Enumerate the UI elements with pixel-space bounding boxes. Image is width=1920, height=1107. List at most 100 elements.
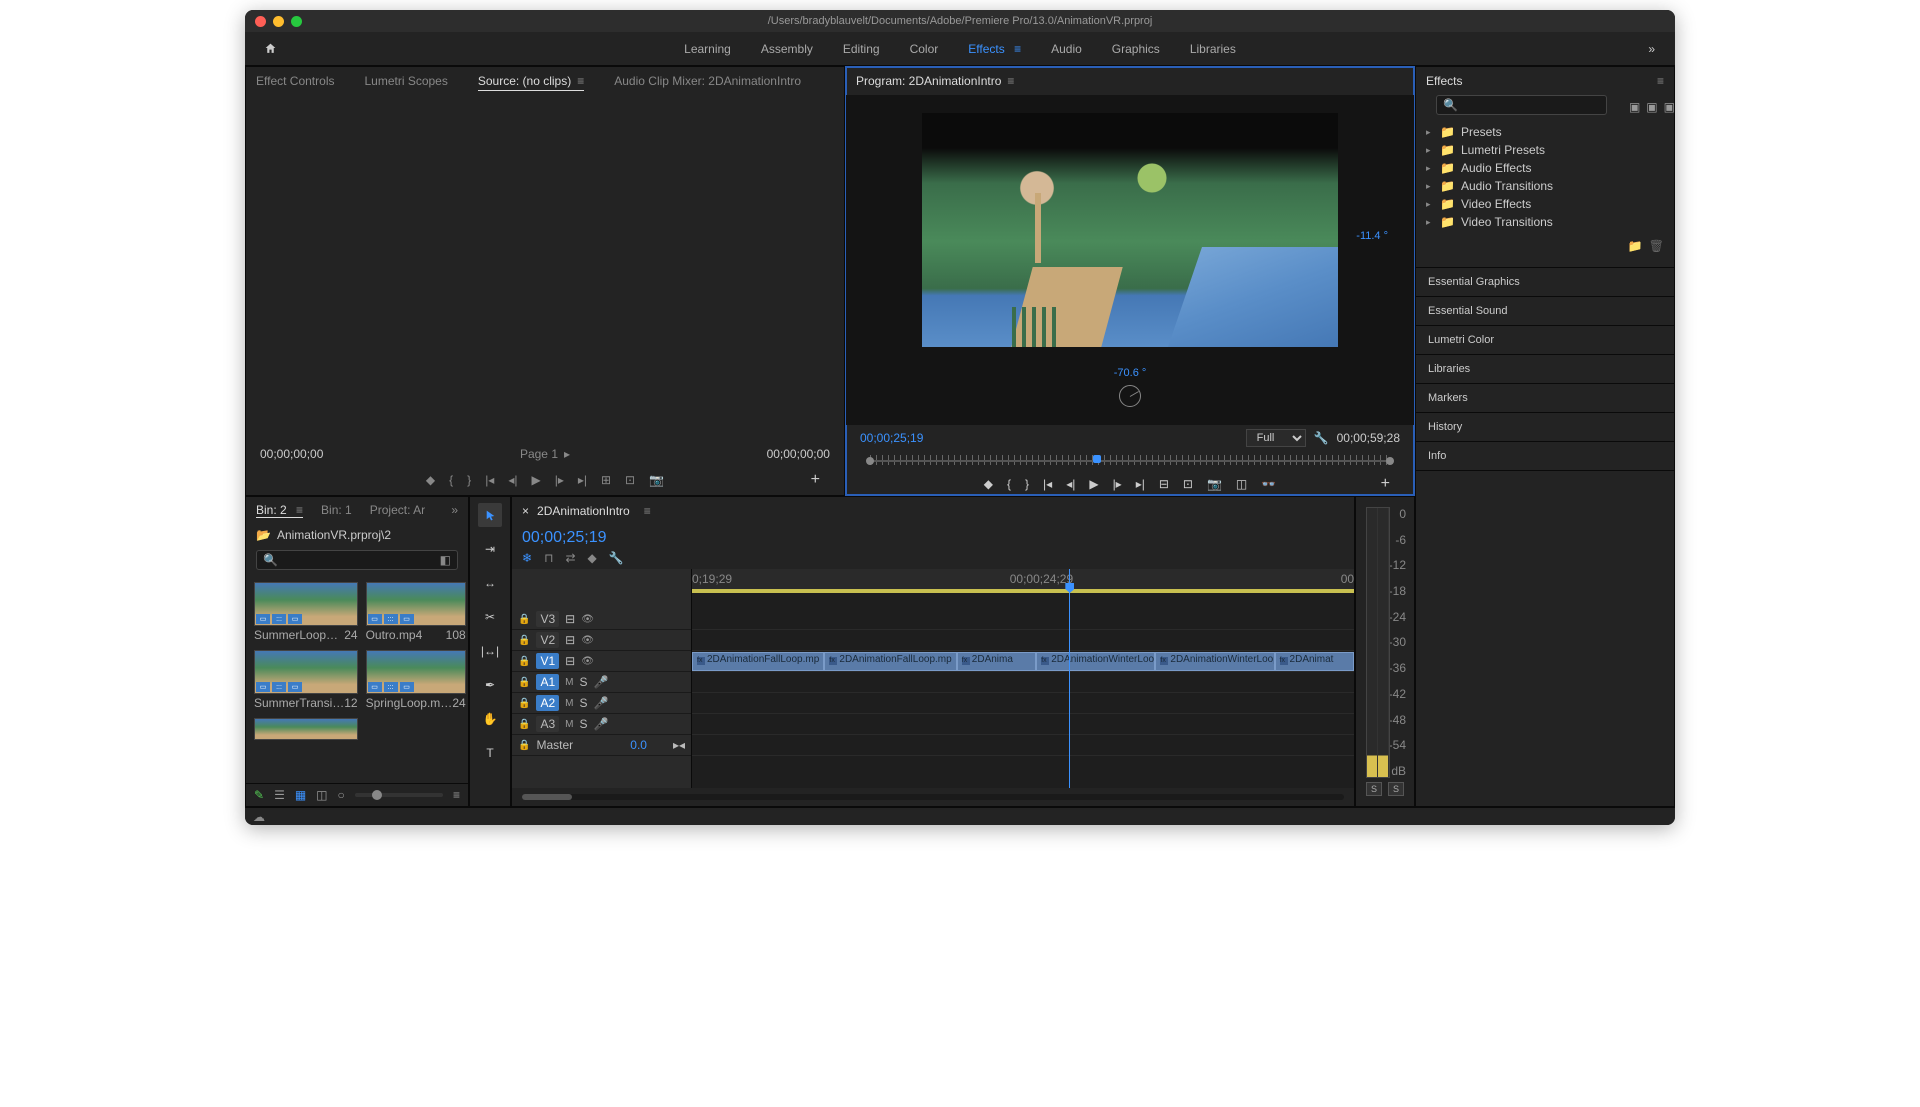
settings-icon[interactable]: 🔧 [609,551,624,565]
collapsed-panel-essential-graphics[interactable]: Essential Graphics [1416,268,1674,297]
vr-rotation-dial[interactable] [1119,385,1141,407]
pen-tool[interactable]: ✒ [478,673,502,697]
source-tab[interactable]: Audio Clip Mixer: 2DAnimationIntro [614,72,801,90]
workspace-tab-graphics[interactable]: Graphics [1112,42,1160,56]
fx-badge[interactable]: fx [829,657,837,665]
selection-tool[interactable] [478,503,502,527]
fx-badge[interactable]: fx [1280,657,1288,665]
effects-menu-icon[interactable]: ≡ [1657,74,1664,88]
track-target[interactable]: V1 [536,653,559,669]
close-sequence-icon[interactable]: × [522,504,529,518]
sync-lock-icon[interactable]: ⊟ [565,654,575,668]
track-header-v1[interactable]: 🔒V1⊟👁 [512,651,691,672]
icon-view-icon[interactable]: ▦ [295,788,306,802]
vr-rotation-y[interactable]: -11.4 ° [1356,230,1388,242]
voice-over-icon[interactable]: 🎤 [594,717,609,731]
project-clip[interactable]: ▭:::▭SummerTransi…12 [254,650,358,710]
collapsed-panel-history[interactable]: History [1416,413,1674,442]
time-ruler[interactable]: 0;19;2900;00;24;2900;00; [692,569,1354,591]
timeline-clip[interactable]: fx2DAnimat [1275,652,1354,671]
workspace-tab-effects[interactable]: Effects ≡ [968,42,1021,56]
go-to-out-icon[interactable]: ▸| [1136,477,1145,491]
timeline-clip[interactable]: fx2DAnimationWinterLoop. [1155,652,1274,671]
project-grid[interactable]: ▭:::▭SummerLoop…24▭:::▭Outro.mp4108▭:::▭… [246,574,468,783]
voice-over-icon[interactable]: 🎤 [594,675,609,689]
sequence-name[interactable]: 2DAnimationIntro [537,504,630,518]
go-to-in-icon[interactable]: |◂ [1043,477,1052,491]
vr-toggle-icon[interactable]: 👓 [1261,477,1276,491]
workspace-overflow[interactable]: » [1638,42,1665,56]
mute-icon[interactable]: M [565,698,573,709]
project-tab[interactable]: Project: Ar [370,503,425,518]
collapsed-panel-lumetri-color[interactable]: Lumetri Color [1416,326,1674,355]
lock-icon[interactable]: 🔒 [518,635,530,646]
export-frame-icon[interactable]: 📷 [1207,477,1222,491]
insert-icon[interactable]: ⊞ [601,473,611,487]
collapsed-panel-info[interactable]: Info [1416,442,1674,471]
workspace-tab-learning[interactable]: Learning [684,42,731,56]
sync-lock-icon[interactable]: ⊟ [565,612,575,626]
track-master-row[interactable] [692,735,1354,756]
effects-search[interactable]: 🔍 [1436,95,1607,115]
source-page-next[interactable]: ▸ [564,447,570,461]
workspace-tab-color[interactable]: Color [910,42,939,56]
timeline-zoom-scroll[interactable] [512,788,1354,806]
timeline-clip[interactable]: fx2DAnimationWinterLoop. [1036,652,1155,671]
mark-out-icon[interactable]: } [1025,477,1029,491]
track-a3-row[interactable] [692,714,1354,735]
track-target[interactable]: A3 [536,716,559,732]
fx-badge[interactable]: fx [1041,657,1049,665]
effects-folder[interactable]: ▸📁Video Effects [1426,195,1664,213]
project-path[interactable]: AnimationVR.prproj\2 [277,528,391,542]
lock-icon[interactable]: 🔒 [518,698,530,709]
solo-left[interactable]: S [1366,782,1382,796]
source-monitor[interactable] [246,95,844,435]
resolution-select[interactable]: Full [1246,429,1306,447]
track-target[interactable]: V3 [536,611,559,627]
track-target[interactable]: V2 [536,632,559,648]
delete-icon[interactable]: 🗑 [1649,239,1664,253]
add-button-icon[interactable]: + [811,471,820,489]
effects-folder[interactable]: ▸📁Audio Transitions [1426,177,1664,195]
project-menu-icon[interactable]: ≡ [453,788,460,802]
comparison-view-icon[interactable]: ◫ [1236,477,1247,491]
effects-folder[interactable]: ▸📁Video Transitions [1426,213,1664,231]
razor-tool[interactable]: ✂ [478,605,502,629]
export-frame-icon[interactable]: 📷 [649,473,664,487]
solo-icon[interactable]: S [579,717,587,731]
track-header-a3[interactable]: 🔒A3MS🎤 [512,714,691,735]
source-tc-in[interactable]: 00;00;00;00 [260,447,323,461]
home-button[interactable] [255,36,285,62]
effects-folder[interactable]: ▸📁Lumetri Presets [1426,141,1664,159]
lock-icon[interactable]: 🔒 [518,677,530,688]
track-header-v3[interactable]: 🔒V3⊟👁 [512,609,691,630]
overwrite-icon[interactable]: ⊡ [625,473,635,487]
track-header-master[interactable]: 🔒Master0.0▸◂ [512,735,691,756]
program-menu-icon[interactable]: ≡ [1007,74,1014,88]
step-back-icon[interactable]: ◂| [1066,477,1075,491]
project-overflow[interactable]: » [451,503,458,518]
track-v3-row[interactable] [692,609,1354,630]
project-tab[interactable]: Bin: 1 [321,503,352,518]
track-header-a1[interactable]: 🔒A1MS🎤 [512,672,691,693]
settings-wrench-icon[interactable]: 🔧 [1314,431,1329,445]
collapsed-panel-libraries[interactable]: Libraries [1416,355,1674,384]
play-icon[interactable]: ▶ [531,473,540,487]
track-target[interactable]: A1 [536,674,559,690]
track-select-tool[interactable]: ⇥ [478,537,502,561]
close-window[interactable] [255,16,266,27]
collapsed-panel-essential-sound[interactable]: Essential Sound [1416,297,1674,326]
project-search[interactable]: 🔍 ◧ [256,550,458,570]
track-v1-row[interactable]: fx2DAnimationFallLoop.mpfx2DAnimationFal… [692,651,1354,672]
type-tool[interactable]: T [478,741,502,765]
slip-tool[interactable]: |↔| [478,639,502,663]
insert-sequence-icon[interactable]: ❄ [522,551,532,565]
track-a1-row[interactable] [692,672,1354,693]
master-value[interactable]: 0.0 [630,738,647,752]
marker-icon[interactable]: ◆ [588,551,597,565]
list-view-icon[interactable]: ☰ [274,788,285,802]
effects-search-input[interactable] [1458,99,1600,111]
source-tab[interactable]: Lumetri Scopes [364,72,447,90]
eye-icon[interactable]: 👁 [581,635,594,646]
minimize-window[interactable] [273,16,284,27]
